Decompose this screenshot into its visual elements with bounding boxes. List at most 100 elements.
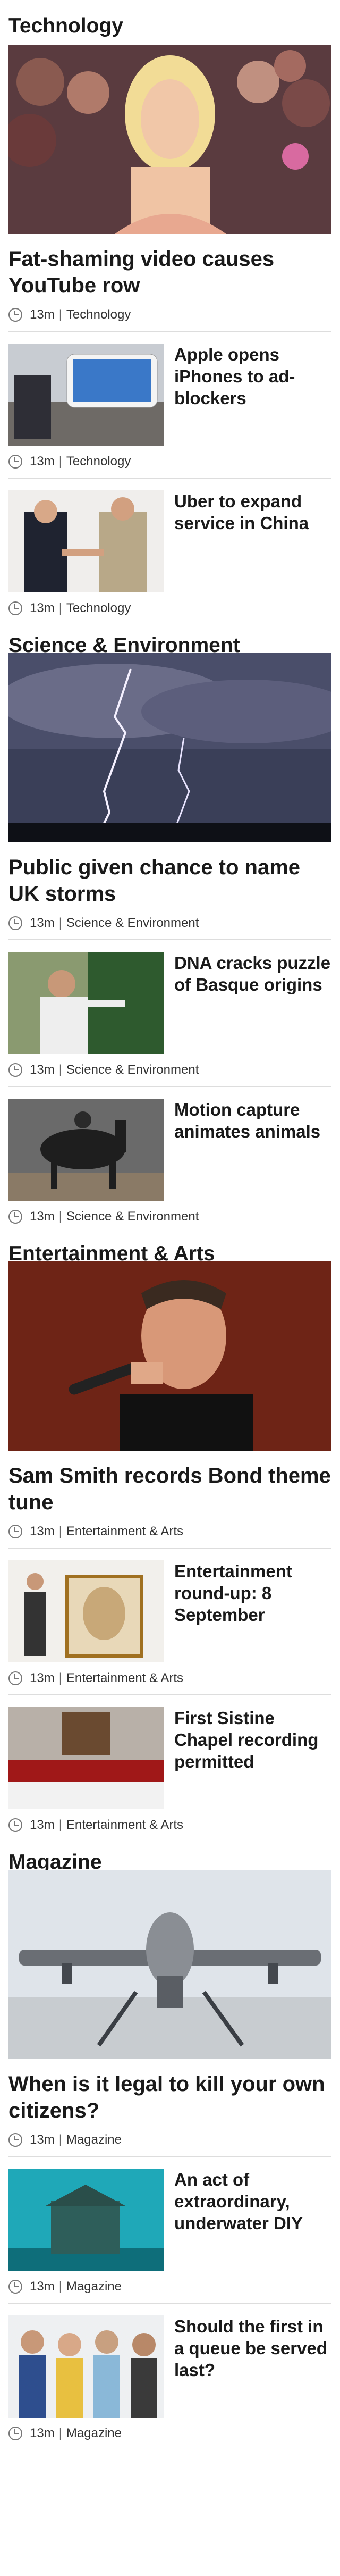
thumbnail-handshake bbox=[8, 490, 164, 592]
clock-icon bbox=[8, 601, 22, 615]
category-link[interactable]: Science & Environment bbox=[66, 1209, 199, 1224]
category-link[interactable]: Science & Environment bbox=[66, 916, 199, 931]
story-meta: 13m | Entertainment & Arts bbox=[8, 1809, 332, 1841]
thumbnail-iphones bbox=[8, 344, 164, 446]
story-headline[interactable]: First Sistine Chapel recording permitted bbox=[174, 1707, 332, 1809]
story-headline[interactable]: Should the first in a queue be served la… bbox=[174, 2315, 332, 2418]
story-meta: 13m | Entertainment & Arts bbox=[8, 1516, 332, 1548]
category-link[interactable]: Technology bbox=[66, 454, 131, 469]
story-meta: 13m | Entertainment & Arts bbox=[8, 1662, 332, 1694]
lead-headline[interactable]: Fat-shaming video causes YouTube row bbox=[8, 246, 332, 299]
timestamp: 13m bbox=[30, 1671, 55, 1685]
story-meta: 13m | Technology bbox=[8, 299, 332, 331]
story-meta: 13m | Technology bbox=[8, 446, 332, 478]
lead-image-singer[interactable] bbox=[8, 1261, 332, 1451]
story-meta: 13m | Magazine bbox=[8, 2271, 332, 2303]
story-headline[interactable]: Apple opens iPhones to ad-blockers bbox=[174, 344, 332, 446]
section-title[interactable]: Entertainment & Arts bbox=[8, 1233, 332, 1265]
category-link[interactable]: Magazine bbox=[66, 2132, 122, 2147]
lead-headline[interactable]: Public given chance to name UK storms bbox=[8, 854, 332, 907]
lead-headline[interactable]: Sam Smith records Bond theme tune bbox=[8, 1462, 332, 1516]
separator: | bbox=[58, 454, 62, 469]
section-title[interactable]: Science & Environment bbox=[8, 624, 332, 656]
story-meta: 13m | Science & Environment bbox=[8, 907, 332, 939]
thumbnail-queen-portrait bbox=[8, 1560, 164, 1662]
separator: | bbox=[58, 1209, 62, 1224]
story-headline[interactable]: DNA cracks puzzle of Basque origins bbox=[174, 952, 332, 1054]
lead-image-drone[interactable] bbox=[8, 1870, 332, 2059]
story-headline[interactable]: Entertainment round-up: 8 September bbox=[174, 1560, 332, 1662]
separator: | bbox=[58, 2426, 62, 2440]
category-link[interactable]: Magazine bbox=[66, 2279, 122, 2294]
timestamp: 13m bbox=[30, 601, 55, 615]
timestamp: 13m bbox=[30, 454, 55, 469]
separator: | bbox=[58, 1818, 62, 1832]
category-link[interactable]: Magazine bbox=[66, 2426, 122, 2441]
timestamp: 13m bbox=[30, 1063, 55, 1077]
timestamp: 13m bbox=[30, 916, 55, 930]
story-item[interactable]: First Sistine Chapel recording permitted bbox=[8, 1695, 332, 1809]
story-headline[interactable]: Uber to expand service in China bbox=[174, 490, 332, 592]
thumbnail-choir bbox=[8, 1707, 164, 1809]
section-title[interactable]: Magazine bbox=[8, 1841, 332, 1873]
lead-image-lightning-storm[interactable] bbox=[8, 653, 332, 842]
category-link[interactable]: Technology bbox=[66, 601, 131, 616]
story-meta: 13m | Magazine bbox=[8, 2418, 332, 2449]
lead-image-blonde-celebrity[interactable] bbox=[8, 45, 332, 234]
story-item[interactable]: Motion capture animates animals bbox=[8, 1087, 332, 1201]
clock-icon bbox=[8, 2280, 22, 2294]
story-item[interactable]: An act of extraordinary, underwater DIY bbox=[8, 2157, 332, 2271]
timestamp: 13m bbox=[30, 307, 55, 322]
timestamp: 13m bbox=[30, 2279, 55, 2294]
section-magazine: Magazine When is it legal to kill your o… bbox=[8, 1841, 332, 2449]
story-headline[interactable]: Motion capture animates animals bbox=[174, 1099, 332, 1201]
clock-icon bbox=[8, 916, 22, 930]
timestamp: 13m bbox=[30, 1209, 55, 1224]
story-meta: 13m | Science & Environment bbox=[8, 1201, 332, 1233]
category-link[interactable]: Entertainment & Arts bbox=[66, 1818, 183, 1833]
category-link[interactable]: Science & Environment bbox=[66, 1063, 199, 1077]
thumbnail-queue-people bbox=[8, 2315, 164, 2418]
section-technology: Technology Fat-shaming video causes YouT… bbox=[8, 0, 332, 624]
separator: | bbox=[58, 916, 62, 930]
separator: | bbox=[58, 1671, 62, 1685]
timestamp: 13m bbox=[30, 2426, 55, 2440]
news-feed: Technology Fat-shaming video causes YouT… bbox=[0, 0, 340, 2449]
clock-icon bbox=[8, 2427, 22, 2440]
separator: | bbox=[58, 1524, 62, 1538]
timestamp: 13m bbox=[30, 2132, 55, 2147]
clock-icon bbox=[8, 1818, 22, 1832]
lead-headline[interactable]: When is it legal to kill your own citize… bbox=[8, 2071, 332, 2124]
clock-icon bbox=[8, 1063, 22, 1077]
clock-icon bbox=[8, 2133, 22, 2147]
clock-icon bbox=[8, 455, 22, 469]
clock-icon bbox=[8, 1671, 22, 1685]
story-item[interactable]: Uber to expand service in China bbox=[8, 479, 332, 592]
category-link[interactable]: Technology bbox=[66, 307, 131, 322]
clock-icon bbox=[8, 1210, 22, 1224]
separator: | bbox=[58, 2132, 62, 2147]
story-meta: 13m | Science & Environment bbox=[8, 1054, 332, 1086]
separator: | bbox=[58, 601, 62, 615]
story-item[interactable]: DNA cracks puzzle of Basque origins bbox=[8, 940, 332, 1054]
story-meta: 13m | Technology bbox=[8, 592, 332, 624]
section-entertainment-arts: Entertainment & Arts Sam Smith records B… bbox=[8, 1233, 332, 1841]
separator: | bbox=[58, 307, 62, 322]
separator: | bbox=[58, 2279, 62, 2294]
thumbnail-horse-motion-capture bbox=[8, 1099, 164, 1201]
category-link[interactable]: Entertainment & Arts bbox=[66, 1671, 183, 1686]
story-meta: 13m | Magazine bbox=[8, 2124, 332, 2156]
story-headline[interactable]: An act of extraordinary, underwater DIY bbox=[174, 2169, 332, 2271]
category-link[interactable]: Entertainment & Arts bbox=[66, 1524, 183, 1539]
story-item[interactable]: Should the first in a queue be served la… bbox=[8, 2304, 332, 2418]
story-item[interactable]: Apple opens iPhones to ad-blockers bbox=[8, 332, 332, 446]
thumbnail-underwater-hut bbox=[8, 2169, 164, 2271]
clock-icon bbox=[8, 308, 22, 322]
story-item[interactable]: Entertainment round-up: 8 September bbox=[8, 1549, 332, 1662]
section-science-environment: Science & Environment Public given chanc… bbox=[8, 624, 332, 1233]
separator: | bbox=[58, 1063, 62, 1077]
timestamp: 13m bbox=[30, 1524, 55, 1538]
clock-icon bbox=[8, 1525, 22, 1538]
section-title[interactable]: Technology bbox=[8, 0, 332, 45]
thumbnail-basque-dancer bbox=[8, 952, 164, 1054]
